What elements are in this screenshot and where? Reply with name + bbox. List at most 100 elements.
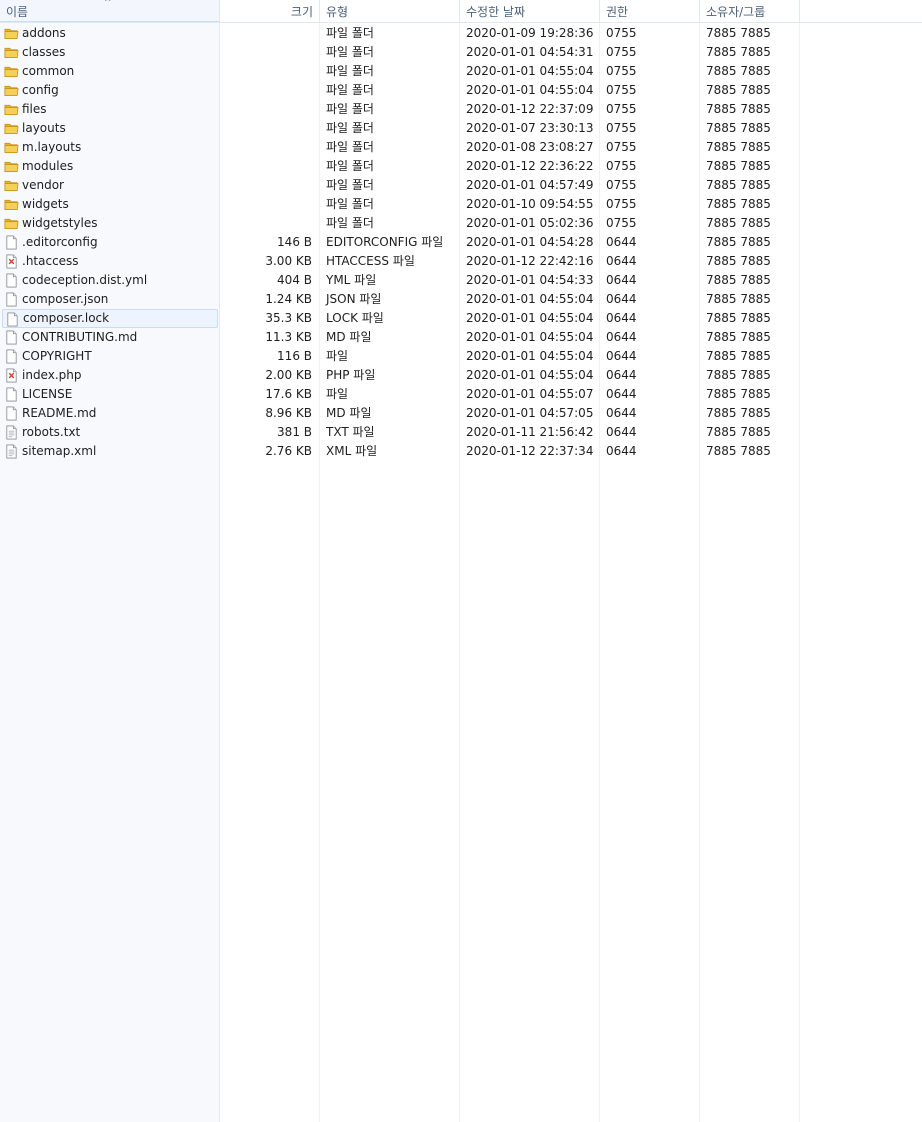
file-size-cell	[220, 43, 320, 62]
file-row[interactable]: robots.txt 381 B TXT 파일 2020-01-11 21:56:42…	[0, 423, 800, 442]
file-permissions-cell: 0755	[606, 178, 637, 192]
column-header-owner[interactable]: 소유자/그룹	[700, 0, 800, 22]
file-name-cell[interactable]: modules	[2, 157, 218, 176]
file-modified-cell: 2020-01-01 04:55:07	[466, 387, 594, 401]
file-permissions-cell: 0644	[606, 292, 637, 306]
folder-row[interactable]: config 파일 폴더 2020-01-01 04:55:04 0755 7885 7…	[0, 81, 800, 100]
file-modified-cell: 2020-01-12 22:37:09	[466, 102, 594, 116]
file-name-label: composer.json	[22, 292, 109, 306]
file-modified-cell: 2020-01-01 04:55:04	[466, 330, 594, 344]
file-row[interactable]: index.php 2.00 KB PHP 파일 2020-01-01 04:55:0…	[0, 366, 800, 385]
file-name-cell[interactable]: COPYRIGHT	[2, 347, 218, 366]
file-name-cell[interactable]: codeception.dist.yml	[2, 271, 218, 290]
file-owner-cell: 7885 7885	[706, 444, 771, 458]
file-name-cell[interactable]: files	[2, 100, 218, 119]
file-row[interactable]: sitemap.xml 2.76 KB XML 파일 2020-01-12 22:37…	[0, 442, 800, 461]
file-row[interactable]: composer.json 1.24 KB JSON 파일 2020-01-01 04…	[0, 290, 800, 309]
folder-row[interactable]: vendor 파일 폴더 2020-01-01 04:57:49 0755 7885 7…	[0, 176, 800, 195]
text-file-icon	[4, 444, 19, 459]
sort-ascending-icon: ^	[104, 0, 112, 8]
column-header-type[interactable]: 유형	[320, 0, 460, 22]
folder-icon	[4, 45, 19, 60]
file-size-cell: 146 B	[277, 235, 312, 249]
file-name-cell[interactable]: index.php	[2, 366, 218, 385]
file-name-cell[interactable]: .htaccess	[2, 252, 218, 271]
column-header-size[interactable]: 크기	[220, 0, 320, 22]
file-name-cell[interactable]: README.md	[2, 404, 218, 423]
blank-file-icon	[4, 330, 19, 345]
file-permissions-cell: 0755	[606, 216, 637, 230]
file-permissions-cell: 0644	[606, 444, 637, 458]
file-name-cell[interactable]: config	[2, 81, 218, 100]
blank-file-icon	[4, 273, 19, 288]
file-size-cell: 17.6 KB	[265, 387, 312, 401]
file-row[interactable]: codeception.dist.yml 404 B YML 파일 2020-01-0…	[0, 271, 800, 290]
file-name-cell[interactable]: classes	[2, 43, 218, 62]
folder-row[interactable]: common 파일 폴더 2020-01-01 04:55:04 0755 7885 7…	[0, 62, 800, 81]
column-header-modified[interactable]: 수정한 날짜	[460, 0, 600, 22]
blank-file-icon	[4, 292, 19, 307]
file-name-cell[interactable]: m.layouts	[2, 138, 218, 157]
folder-row[interactable]: widgets 파일 폴더 2020-01-10 09:54:55 0755 7885 …	[0, 195, 800, 214]
folder-row[interactable]: widgetstyles 파일 폴더 2020-01-01 05:02:36 0755…	[0, 214, 800, 233]
file-owner-cell: 7885 7885	[706, 235, 771, 249]
file-name-label: codeception.dist.yml	[22, 273, 148, 287]
file-permissions-cell: 0755	[606, 83, 637, 97]
file-size-cell: 1.24 KB	[265, 292, 312, 306]
file-owner-cell: 7885 7885	[706, 45, 771, 59]
file-modified-cell: 2020-01-01 04:57:05	[466, 406, 594, 420]
file-row[interactable]: LICENSE 17.6 KB 파일 2020-01-01 04:55:07 0644 7…	[0, 385, 800, 404]
file-permissions-cell: 0755	[606, 159, 637, 173]
file-name-cell[interactable]: common	[2, 62, 218, 81]
file-row[interactable]: CONTRIBUTING.md 11.3 KB MD 파일 2020-01-01 04…	[0, 328, 800, 347]
column-header-permissions[interactable]: 권한	[600, 0, 700, 22]
file-name-label: .editorconfig	[22, 235, 98, 249]
file-type-cell: 파일	[326, 349, 349, 363]
file-name-cell[interactable]: widgets	[2, 195, 218, 214]
file-size-cell	[220, 24, 320, 43]
file-size-cell: 3.00 KB	[265, 254, 312, 268]
file-name-cell[interactable]: composer.lock	[2, 309, 218, 328]
file-row[interactable]: README.md 8.96 KB MD 파일 2020-01-01 04:57:05…	[0, 404, 800, 423]
script-file-icon	[4, 368, 19, 383]
folder-icon	[4, 178, 19, 193]
file-name-cell[interactable]: layouts	[2, 119, 218, 138]
file-name-label: CONTRIBUTING.md	[22, 330, 138, 344]
file-name-cell[interactable]: sitemap.xml	[2, 442, 218, 461]
folder-row[interactable]: layouts 파일 폴더 2020-01-07 23:30:13 0755 7885 …	[0, 119, 800, 138]
folder-icon	[4, 197, 19, 212]
file-modified-cell: 2020-01-01 04:55:04	[466, 83, 594, 97]
file-owner-cell: 7885 7885	[706, 197, 771, 211]
file-modified-cell: 2020-01-12 22:36:22	[466, 159, 594, 173]
folder-icon	[4, 216, 19, 231]
file-row[interactable]: .editorconfig 146 B EDITORCONFIG 파일 2020-01…	[0, 233, 800, 252]
file-modified-cell: 2020-01-01 04:55:04	[466, 349, 594, 363]
column-header-name[interactable]: ^ 이름	[0, 0, 220, 22]
file-size-cell	[220, 100, 320, 119]
text-file-icon	[4, 425, 19, 440]
file-name-label: layouts	[22, 121, 66, 135]
file-row[interactable]: COPYRIGHT 116 B 파일 2020-01-01 04:55:04 0644 7…	[0, 347, 800, 366]
file-name-cell[interactable]: robots.txt	[2, 423, 218, 442]
file-name-cell[interactable]: CONTRIBUTING.md	[2, 328, 218, 347]
file-name-cell[interactable]: .editorconfig	[2, 233, 218, 252]
file-type-cell: MD 파일	[326, 406, 372, 420]
file-owner-cell: 7885 7885	[706, 159, 771, 173]
file-name-cell[interactable]: addons	[2, 24, 218, 43]
file-name-cell[interactable]: widgetstyles	[2, 214, 218, 233]
folder-row[interactable]: modules 파일 폴더 2020-01-12 22:36:22 0755 7885 …	[0, 157, 800, 176]
file-type-cell: 파일 폴더	[326, 140, 374, 154]
folder-row[interactable]: files 파일 폴더 2020-01-12 22:37:09 0755 7885 78…	[0, 100, 800, 119]
file-name-cell[interactable]: vendor	[2, 176, 218, 195]
file-row[interactable]: .htaccess 3.00 KB HTACCESS 파일 2020-01-12 22…	[0, 252, 800, 271]
file-size-cell	[220, 214, 320, 233]
file-name-cell[interactable]: LICENSE	[2, 385, 218, 404]
folder-row[interactable]: addons 파일 폴더 2020-01-09 19:28:36 0755 7885 7…	[0, 24, 800, 43]
file-row[interactable]: composer.lock 35.3 KB LOCK 파일 2020-01-01 04…	[0, 309, 800, 328]
file-name-label: index.php	[22, 368, 82, 382]
file-name-cell[interactable]: composer.json	[2, 290, 218, 309]
file-size-cell	[220, 157, 320, 176]
folder-row[interactable]: m.layouts 파일 폴더 2020-01-08 23:08:27 0755 788…	[0, 138, 800, 157]
folder-row[interactable]: classes 파일 폴더 2020-01-01 04:54:31 0755 7885 …	[0, 43, 800, 62]
file-permissions-cell: 0644	[606, 273, 637, 287]
